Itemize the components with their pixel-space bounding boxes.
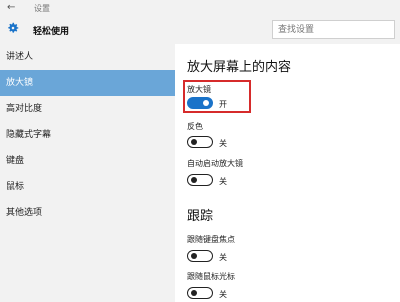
gear-icon	[8, 22, 19, 33]
back-arrow-icon[interactable]: ←	[7, 2, 15, 14]
heading-tracking: 跟踪	[187, 209, 214, 224]
toggle-knob	[191, 139, 197, 145]
invert-state: 关	[219, 139, 227, 148]
sidebar-item-closed-captions[interactable]: 隐藏式字幕	[0, 122, 175, 148]
follow-keyboard-label: 跟随键盘焦点	[187, 235, 235, 244]
page-section-title: 轻松使用	[33, 27, 70, 37]
follow-mouse-state: 关	[219, 290, 227, 299]
sidebar-item-narrator[interactable]: 讲述人	[0, 44, 175, 70]
search-input[interactable]	[272, 20, 395, 39]
window-title: 设置	[34, 4, 50, 13]
sidebar-item-high-contrast[interactable]: 高对比度	[0, 96, 175, 122]
highlight-box	[183, 80, 251, 113]
heading-magnify: 放大屏幕上的内容	[187, 60, 292, 75]
sidebar: 讲述人 放大镜 高对比度 隐藏式字幕 键盘 鼠标 其他选项	[0, 44, 175, 302]
title-bar: ← 设置	[0, 0, 400, 16]
follow-mouse-label: 跟随鼠标光标	[187, 272, 235, 281]
autostart-state: 关	[219, 177, 227, 186]
toggle-knob	[191, 290, 197, 296]
header: 轻松使用	[0, 16, 400, 44]
sidebar-item-keyboard[interactable]: 键盘	[0, 148, 175, 174]
sidebar-item-other-options[interactable]: 其他选项	[0, 200, 175, 226]
toggle-knob	[191, 177, 197, 183]
autostart-label: 自动启动放大镜	[187, 159, 243, 168]
sidebar-item-magnifier[interactable]: 放大镜	[0, 70, 175, 96]
follow-keyboard-toggle[interactable]	[187, 250, 213, 262]
sidebar-item-mouse[interactable]: 鼠标	[0, 174, 175, 200]
toggle-knob	[191, 253, 197, 259]
invert-toggle[interactable]	[187, 136, 213, 148]
autostart-toggle[interactable]	[187, 174, 213, 186]
follow-keyboard-state: 关	[219, 253, 227, 262]
invert-label: 反色	[187, 122, 203, 131]
follow-mouse-toggle[interactable]	[187, 287, 213, 299]
